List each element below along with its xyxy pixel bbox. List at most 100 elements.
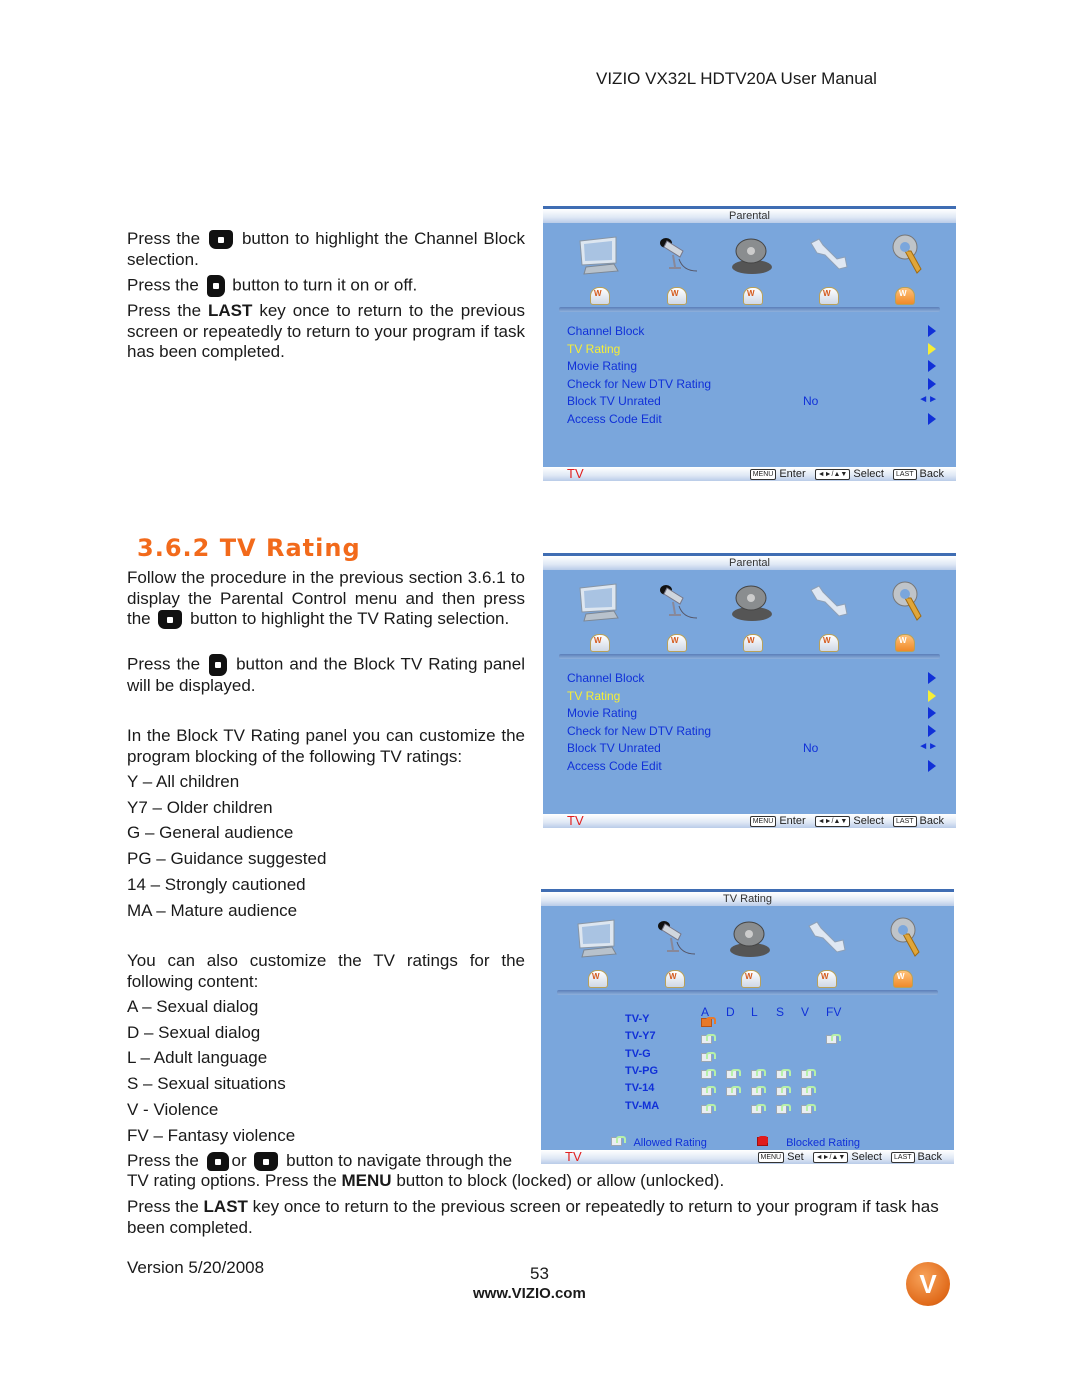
microphone-icon[interactable] (651, 916, 697, 960)
tv-icon[interactable] (574, 916, 620, 960)
unlocked-icon[interactable] (751, 1068, 766, 1079)
rating-row-label: TV-Y (625, 1013, 650, 1025)
unlocked-icon[interactable] (751, 1103, 766, 1114)
menu-item[interactable]: Movie Rating (567, 359, 637, 373)
satellite-dish-icon[interactable] (727, 916, 773, 960)
unlocked-icon[interactable] (826, 1034, 841, 1045)
menu-key-label: MENU (341, 1171, 392, 1190)
tv-icon[interactable] (576, 580, 622, 624)
list-item: Y7 – Older children (127, 797, 273, 817)
manual-title: VIZIO VX32L HDTV20A User Manual (596, 69, 877, 88)
wrench-icon[interactable] (805, 233, 851, 277)
osd-tv-rating-panel: TV Rating ADLSVFVTV-YTV-Y7TV-GTV-PGTV-14… (541, 889, 954, 1164)
website-link[interactable]: www.VIZIO.com (473, 1285, 586, 1302)
unlocked-icon[interactable] (776, 1103, 791, 1114)
last-key-icon: LAST (891, 1151, 915, 1163)
menu-item[interactable]: Channel Block (567, 324, 644, 338)
osd-key-hints: MENU Enter ◄►/▲▼ Select LAST Back (744, 467, 944, 481)
paragraph-ratings-intro: In the Block TV Rating panel you can cus… (127, 726, 525, 766)
list-item: L – Adult language (127, 1048, 268, 1068)
unlocked-icon[interactable] (801, 1086, 816, 1097)
menu-item[interactable]: TV Rating (567, 342, 620, 356)
source-label: TV (565, 1149, 582, 1164)
keys-icon[interactable] (879, 916, 925, 960)
menu-item[interactable]: Check for New DTV Rating (567, 724, 711, 738)
left-right-arrows-icon: ◄► (918, 394, 938, 406)
paragraph-procedure: Follow the procedure in the previous sec… (127, 568, 525, 630)
text: Press the (127, 1151, 199, 1170)
menu-item[interactable]: Movie Rating (567, 706, 637, 720)
unlocked-icon[interactable] (701, 1017, 716, 1027)
rating-row-label: TV-PG (625, 1064, 659, 1077)
unlocked-icon[interactable] (776, 1086, 791, 1097)
legend-blocked: Blocked Rating (757, 1136, 860, 1149)
unlocked-icon[interactable] (726, 1068, 741, 1079)
text: Press the (127, 275, 199, 295)
last-action: Back (917, 1151, 942, 1163)
unlocked-icon[interactable] (726, 1086, 741, 1097)
chevron-right-icon (928, 760, 936, 772)
text: Press the (127, 1197, 199, 1216)
satellite-dish-icon[interactable] (729, 580, 775, 624)
microphone-icon[interactable] (653, 580, 699, 624)
menu-tab-indicator-icon (819, 287, 839, 305)
osd-separator (559, 307, 940, 312)
menu-item[interactable]: Channel Block (567, 671, 644, 685)
text: Press the (127, 229, 201, 248)
wrench-icon[interactable] (805, 580, 851, 624)
satellite-dish-icon[interactable] (729, 233, 775, 277)
text: Press the (127, 654, 201, 674)
keys-icon[interactable] (881, 580, 927, 624)
paragraph-content-intro: You can also customize the TV ratings fo… (127, 951, 525, 991)
list-item: 14 – Strongly cautioned (127, 874, 306, 894)
menu-key-icon: MENU (749, 815, 777, 827)
unlocked-icon[interactable] (751, 1086, 766, 1097)
unlocked-icon[interactable] (801, 1103, 816, 1114)
keys-icon[interactable] (881, 233, 927, 277)
unlocked-icon[interactable] (776, 1068, 791, 1079)
list-item: PG – Guidance suggested (127, 849, 327, 869)
paragraph-navigate: Press the or button to navigate through … (127, 1151, 512, 1172)
menu-tab-indicator-icon (895, 287, 915, 305)
menu-item[interactable]: Block TV Unrated (567, 741, 661, 755)
menu-key-icon: MENU (749, 468, 777, 480)
menu-item[interactable]: Block TV Unrated (567, 394, 661, 408)
unlocked-icon[interactable] (701, 1103, 716, 1114)
menu-item[interactable]: Check for New DTV Rating (567, 377, 711, 391)
menu-item[interactable]: Access Code Edit (567, 412, 662, 426)
menu-item[interactable]: Access Code Edit (567, 759, 662, 773)
up-button-icon (206, 1152, 229, 1172)
menu-key-icon: MENU (757, 1151, 785, 1163)
menu-tab-indicator-icon (893, 970, 913, 988)
nav-key-icon: ◄►/▲▼ (814, 815, 851, 827)
text: TV rating options. Press the (127, 1171, 337, 1190)
list-item: A – Sexual dialog (127, 997, 259, 1016)
osd-pin-row (541, 968, 954, 990)
osd-key-hints: MENU Set ◄►/▲▼ Select LAST Back (752, 1150, 942, 1164)
unlocked-icon[interactable] (701, 1051, 716, 1062)
text: button to block (locked) or allow (unloc… (396, 1171, 725, 1190)
right-button-icon (206, 275, 225, 297)
list-item: D – Sexual dialog (127, 1022, 261, 1042)
wrench-icon[interactable] (803, 916, 849, 960)
down-button-icon (209, 230, 233, 250)
osd-title: TV Rating (541, 892, 954, 906)
rating-column-header: V (801, 1005, 810, 1019)
locked-icon (757, 1136, 769, 1146)
menu-tab-indicator-icon (667, 634, 687, 652)
microphone-icon[interactable] (653, 233, 699, 277)
unlocked-icon[interactable] (701, 1086, 716, 1097)
nav-action: Select (851, 1151, 882, 1163)
unlocked-icon[interactable] (801, 1068, 816, 1079)
osd-separator (557, 990, 938, 995)
text: or (231, 1151, 247, 1170)
osd-icon-row (543, 223, 956, 285)
unlocked-icon[interactable] (701, 1034, 716, 1045)
osd-icon-row (543, 570, 956, 632)
unlocked-icon[interactable] (701, 1068, 716, 1079)
source-label: TV (567, 813, 584, 828)
menu-item[interactable]: TV Rating (567, 689, 620, 703)
tv-icon[interactable] (576, 233, 622, 277)
menu-action: Set (787, 1151, 804, 1163)
osd-footer: TV MENU Enter ◄►/▲▼ Select LAST Back (543, 467, 956, 481)
